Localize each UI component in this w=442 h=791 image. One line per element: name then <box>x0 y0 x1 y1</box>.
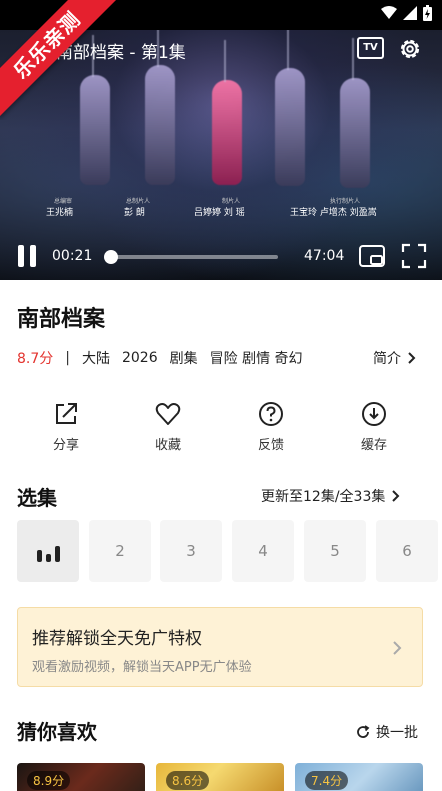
chevron-right-icon <box>408 352 416 364</box>
download-button[interactable]: 缓存 <box>339 400 409 453</box>
episodes-all-button[interactable]: 更新至12集/全33集 <box>261 486 401 506</box>
promo-title: 推荐解锁全天免广特权 <box>32 629 202 649</box>
episode-button[interactable]: 3 <box>160 520 222 582</box>
recommend-item[interactable]: 7.4分 <box>295 763 423 791</box>
episodes-heading: 选集 <box>17 486 57 510</box>
feedback-button[interactable]: 反馈 <box>236 400 306 453</box>
share-label: 分享 <box>52 438 79 453</box>
now-playing-icon <box>37 542 61 562</box>
share-icon <box>56 403 77 424</box>
chevron-right-icon <box>392 490 400 502</box>
favorite-label: 收藏 <box>154 438 181 453</box>
picture-in-picture-icon[interactable] <box>358 243 386 269</box>
wifi-icon <box>381 6 397 19</box>
scene-figure <box>145 30 175 185</box>
show-score: 8.7分 <box>17 351 54 367</box>
credit-role: 制片人 <box>222 198 241 205</box>
meta-separator: | <box>65 350 70 366</box>
credit-role: 总编审 <box>54 198 73 205</box>
episode-1-button[interactable] <box>17 520 79 582</box>
episodes-status: 更新至12集/全33集 <box>261 489 386 505</box>
fullscreen-icon[interactable] <box>401 243 427 269</box>
watermark-ribbon: 乐乐亲测 <box>0 0 120 120</box>
show-title: 南部档案 <box>17 307 106 332</box>
recommend-score: 7.4分 <box>305 771 349 790</box>
cast-tv-button[interactable]: TV <box>357 37 384 59</box>
pause-icon[interactable] <box>18 245 38 267</box>
battery-icon <box>423 5 432 21</box>
scene-figure <box>340 38 370 188</box>
credit-names: 吕婷婷 刘 瑶 <box>194 208 245 218</box>
credit-names: 彭 朗 <box>124 208 145 218</box>
credits-overlay: 总编审 王兆楠 总制片人 彭 朗 制片人 吕婷婷 刘 瑶 执行制片人 王宝玲 卢… <box>0 198 442 222</box>
show-category: 剧集 <box>169 351 198 367</box>
seek-bar-thumb[interactable] <box>104 250 119 264</box>
ad-free-promo-banner[interactable]: 推荐解锁全天免广特权 观看激励视频，解锁当天APP无广体验 <box>17 607 423 687</box>
scene-figure <box>275 30 305 186</box>
signal-icon <box>403 6 417 20</box>
feedback-label: 反馈 <box>257 438 284 453</box>
recommend-heading: 猜你喜欢 <box>17 720 97 744</box>
episode-button[interactable]: 2 <box>89 520 151 582</box>
credit-names: 王兆楠 <box>46 208 74 218</box>
heart-icon <box>155 403 181 425</box>
credit-names: 王宝玲 卢增杰 刘盈嵩 <box>290 208 377 218</box>
show-genres: 冒险 剧情 奇幻 <box>209 351 303 367</box>
episode-list: 2 3 4 5 6 <box>17 520 442 582</box>
intro-label: 简介 <box>373 351 401 367</box>
refresh-label: 换一批 <box>376 725 418 741</box>
download-icon <box>362 402 386 426</box>
credit-role: 总制片人 <box>126 198 151 205</box>
episode-button[interactable]: 5 <box>304 520 366 582</box>
recommend-item[interactable]: 8.6分 <box>156 763 284 791</box>
credit-role: 执行制片人 <box>330 198 361 205</box>
refresh-icon <box>357 725 370 738</box>
ribbon-text: 乐乐亲测 <box>0 0 120 118</box>
refresh-button[interactable]: 换一批 <box>356 722 418 742</box>
current-time: 00:21 <box>52 248 93 264</box>
download-label: 缓存 <box>360 438 387 453</box>
share-button[interactable]: 分享 <box>31 400 101 453</box>
recommend-score: 8.9分 <box>27 771 71 790</box>
show-year: 2026 <box>121 350 158 366</box>
player-controls: 00:21 47:04 <box>0 240 442 272</box>
scene-figure <box>212 40 242 185</box>
recommend-item[interactable]: 8.9分 <box>17 763 145 791</box>
episode-button[interactable]: 4 <box>232 520 294 582</box>
help-icon <box>259 402 283 426</box>
intro-button[interactable]: 简介 <box>373 348 417 368</box>
recommend-score: 8.6分 <box>166 771 210 790</box>
action-bar: 分享 收藏 反馈 缓存 <box>0 400 442 455</box>
seek-bar[interactable] <box>104 250 278 264</box>
favorite-button[interactable]: 收藏 <box>133 400 203 453</box>
gear-icon[interactable] <box>397 36 423 62</box>
recommend-list: 8.9分 8.6分 7.4分 <box>17 763 442 791</box>
chevron-right-icon <box>393 641 402 655</box>
show-meta: 8.7分 | 大陆 2026 剧集 冒险 剧情 奇幻 <box>17 348 315 368</box>
episode-button[interactable]: 6 <box>376 520 438 582</box>
show-region: 大陆 <box>81 351 110 367</box>
promo-subtitle: 观看激励视频，解锁当天APP无广体验 <box>32 660 252 675</box>
total-time: 47:04 <box>304 248 345 264</box>
